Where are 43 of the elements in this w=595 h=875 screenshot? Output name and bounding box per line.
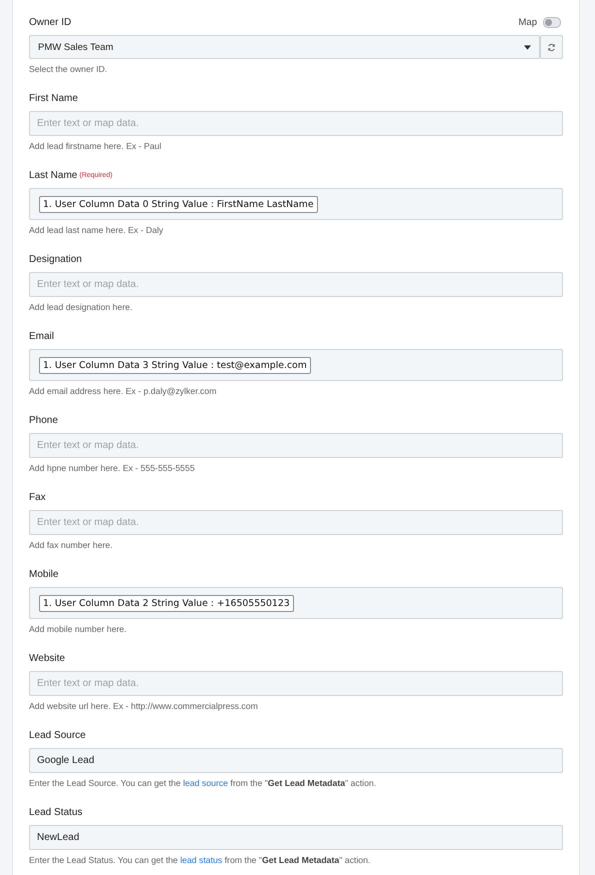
caret-icon: [524, 44, 531, 50]
refresh-button[interactable]: [540, 35, 563, 59]
help-text: Add mobile number here.: [29, 624, 127, 634]
input-field[interactable]: Enter text or map data.: [29, 671, 563, 696]
help-link[interactable]: lead source: [183, 778, 228, 788]
help-text: Add lead designation here.: [29, 302, 132, 312]
mapped-field[interactable]: 1. User Column Data 2 String Value : +16505550123: [29, 587, 563, 619]
help-text: Add fax number here.: [29, 540, 113, 550]
field-label: Lead Status: [29, 806, 82, 818]
field-label: Phone: [29, 414, 58, 426]
mapped-field[interactable]: 1. User Column Data 0 String Value : FirstName LastName: [29, 188, 563, 220]
input-field[interactable]: Enter text or map data.: [29, 510, 563, 535]
refresh-icon: [547, 42, 556, 52]
mapped-value-tag: 1. User Column Data 2 String Value : +16505550123: [39, 594, 294, 612]
mapped-value-tag: 1. User Column Data 3 String Value : test@example.com: [39, 356, 311, 374]
input-field[interactable]: Google Lead: [29, 748, 563, 773]
help-text: Add lead firstname here. Ex - Paul: [29, 141, 162, 151]
field-label: Fax: [29, 492, 46, 502]
field-label: Owner ID: [29, 16, 72, 28]
input-field[interactable]: Enter text or map data.: [29, 433, 563, 458]
map-label: Map: [518, 16, 537, 28]
field-label: Last Name: [29, 170, 78, 180]
mapped-field[interactable]: 1. User Column Data 3 String Value : test@example.com: [29, 349, 563, 381]
help-text: Enter the Lead Status. You can get the lead status from the "Get Lead Metadata" action.: [29, 855, 370, 865]
field-label: Lead Source: [29, 730, 86, 740]
field-label: Designation: [29, 254, 82, 264]
input-field[interactable]: NewLead: [29, 825, 563, 850]
map-toggle[interactable]: [543, 16, 561, 28]
field-label: First Name: [29, 92, 78, 104]
help-text: Add email address here. Ex - p.daly@zylker.com: [29, 386, 216, 396]
owner-dropdown[interactable]: PMW Sales Team: [29, 35, 540, 59]
field-label: Mobile: [29, 568, 58, 580]
help-link[interactable]: lead status: [180, 855, 222, 865]
help-text: Add lead last name here. Ex - Daly: [29, 225, 164, 235]
help-text: Enter the Lead Source. You can get the lead source from the "Get Lead Metadata" action.: [29, 778, 376, 788]
help-text: Add hpne number here. Ex - 555-555-5555: [29, 463, 195, 473]
help-text: Select the owner ID.: [29, 64, 108, 74]
help-text: Add website url here. Ex - http://www.commercialpress.com: [29, 701, 258, 711]
input-field[interactable]: Enter text or map data.: [29, 272, 563, 297]
field-label: Website: [29, 652, 65, 664]
input-field[interactable]: Enter text or map data.: [29, 111, 563, 136]
field-label: Email: [29, 330, 54, 342]
mapped-value-tag: 1. User Column Data 0 String Value : FirstName LastName: [39, 196, 318, 212]
